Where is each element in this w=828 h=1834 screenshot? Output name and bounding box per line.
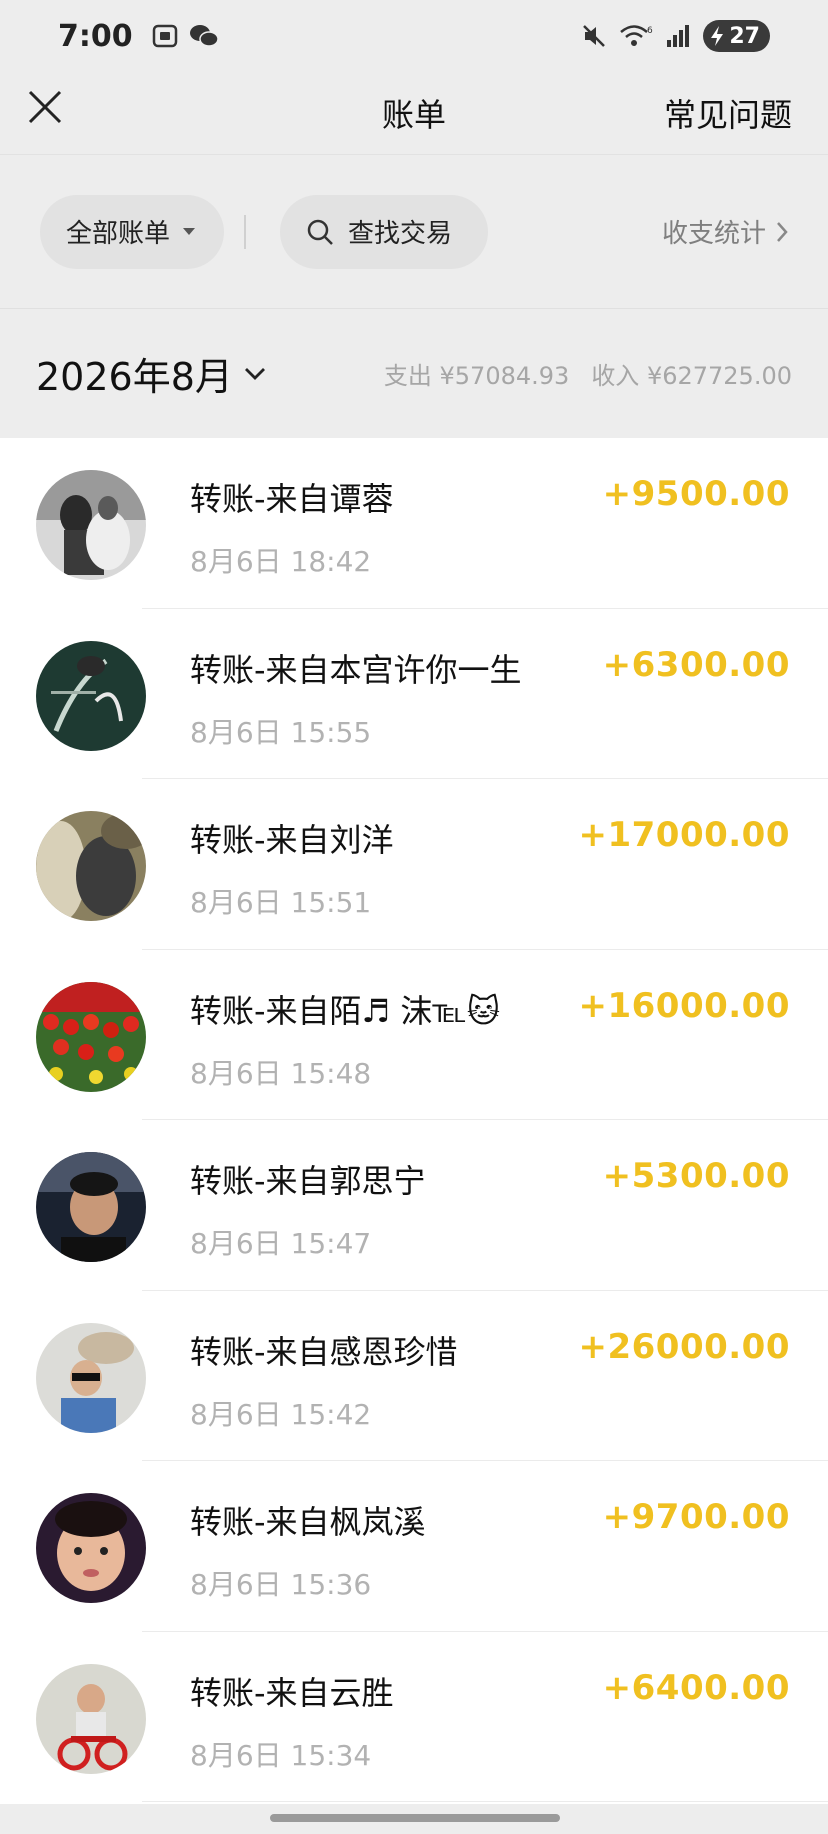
transaction-list: 转账-来自谭蓉 8月6日 18:42 +9500.00 转账-来自本宫许你一生 …: [0, 438, 828, 1804]
status-time: 7:00: [58, 18, 133, 54]
nav-bar: 账单 常见问题: [0, 72, 828, 154]
search-icon: [307, 219, 333, 245]
income-expense-stats-link[interactable]: 收支统计: [662, 213, 788, 250]
avatar: [36, 981, 146, 1092]
caret-down-icon: [183, 227, 196, 235]
avatar: [36, 811, 146, 921]
transaction-title: 转账-来自刘洋: [190, 821, 394, 859]
transaction-time: 8月6日 15:55: [190, 715, 372, 749]
charging-bolt-icon: [711, 26, 724, 46]
page-title: 账单: [381, 96, 446, 134]
avatar: [36, 470, 146, 580]
expense-total: 支出 ¥57084.93: [383, 362, 570, 390]
battery-level: 27: [729, 23, 760, 49]
transaction-title: 转账-来自谭蓉: [190, 480, 394, 518]
transaction-amount: +9700.00: [602, 1497, 790, 1537]
transaction-time: 8月6日 15:48: [190, 1056, 372, 1090]
transaction-title: 转账-来自枫岚溪: [190, 1503, 426, 1541]
transaction-time: 8月6日 15:51: [190, 886, 372, 919]
transaction-title: 转账-来自郭思宁: [190, 1162, 426, 1200]
transaction-title: 转账-来自本宫许你一生: [190, 650, 522, 689]
transaction-row[interactable]: 转账-来自陌♬ 沫℡🐱 8月6日 15:48 +16000.00: [0, 950, 828, 1120]
row-divider: [142, 1801, 828, 1802]
transaction-title: 转账-来自感恩珍惜: [190, 1332, 458, 1371]
transaction-time: 8月6日 15:36: [190, 1568, 372, 1601]
transaction-row[interactable]: 转账-来自感恩珍惜 8月6日 15:42 +26000.00: [0, 1291, 828, 1461]
transaction-amount: +6300.00: [602, 644, 790, 685]
all-bills-label: 全部账单: [66, 219, 171, 249]
month-totals: 支出 ¥57084.93 收入 ¥627725.00: [384, 356, 792, 391]
avatar: [36, 640, 146, 751]
transaction-row[interactable]: 转账-来自云胜 8月6日 15:34 +6400.00: [0, 1632, 828, 1802]
avatar: [36, 1322, 146, 1433]
transaction-row[interactable]: 转账-来自刘洋 8月6日 15:51 +17000.00: [0, 779, 828, 950]
month-selector[interactable]: 2026年8月: [36, 346, 233, 401]
transaction-amount: +5300.00: [602, 1156, 790, 1196]
wechat-icon: [189, 25, 219, 47]
avatar: [36, 1663, 146, 1774]
month-summary-row: 2026年8月 支出 ¥57084.93 收入 ¥627725.00: [0, 308, 828, 438]
status-notification-icons: [151, 23, 219, 49]
signal-icon: [667, 25, 690, 47]
transaction-time: 8月6日 15:34: [190, 1738, 372, 1772]
transaction-row[interactable]: 转账-来自枫岚溪 8月6日 15:36 +9700.00: [0, 1461, 828, 1632]
transaction-time: 8月6日 15:47: [190, 1227, 372, 1260]
avatar: [36, 1152, 146, 1262]
search-transactions-button[interactable]: 查找交易: [280, 194, 488, 269]
status-system-icons: 6 27: [581, 20, 770, 52]
mute-icon: [583, 25, 606, 47]
transaction-amount: +9500.00: [602, 474, 790, 514]
transaction-amount: +26000.00: [578, 1326, 790, 1367]
filter-divider: [244, 214, 246, 249]
faq-link[interactable]: 常见问题: [664, 90, 792, 136]
wifi-icon: 6: [620, 25, 653, 46]
chevron-right-icon: [777, 221, 788, 242]
transaction-row[interactable]: 转账-来自郭思宁 8月6日 15:47 +5300.00: [0, 1120, 828, 1291]
transaction-amount: +16000.00: [578, 985, 790, 1026]
transaction-title: 转账-来自陌♬ 沫℡🐱: [190, 991, 501, 1030]
transaction-title: 转账-来自云胜: [190, 1673, 394, 1712]
battery-indicator: 27: [703, 20, 770, 52]
transaction-row[interactable]: 转账-来自本宫许你一生 8月6日 15:55 +6300.00: [0, 609, 828, 779]
transaction-time: 8月6日 15:42: [190, 1397, 372, 1431]
home-indicator[interactable]: [270, 1814, 560, 1822]
stats-label: 收支统计: [661, 219, 766, 249]
filter-row: 全部账单 查找交易 收支统计: [0, 154, 828, 308]
status-bar: 7:00 6 27: [0, 0, 828, 72]
wifi-badge: 6: [647, 26, 653, 36]
avatar: [36, 1493, 146, 1603]
transaction-amount: +17000.00: [578, 815, 790, 855]
transaction-amount: +6400.00: [602, 1667, 790, 1708]
transaction-row[interactable]: 转账-来自谭蓉 8月6日 18:42 +9500.00: [0, 438, 828, 609]
screenshot-icon: [152, 24, 177, 48]
search-label: 查找交易: [348, 219, 453, 249]
transaction-time: 8月6日 18:42: [190, 545, 372, 578]
close-icon[interactable]: [24, 86, 66, 128]
income-total: 收入 ¥627725.00: [591, 362, 792, 390]
all-bills-dropdown[interactable]: 全部账单: [40, 194, 224, 269]
chevron-down-icon[interactable]: [243, 366, 267, 382]
